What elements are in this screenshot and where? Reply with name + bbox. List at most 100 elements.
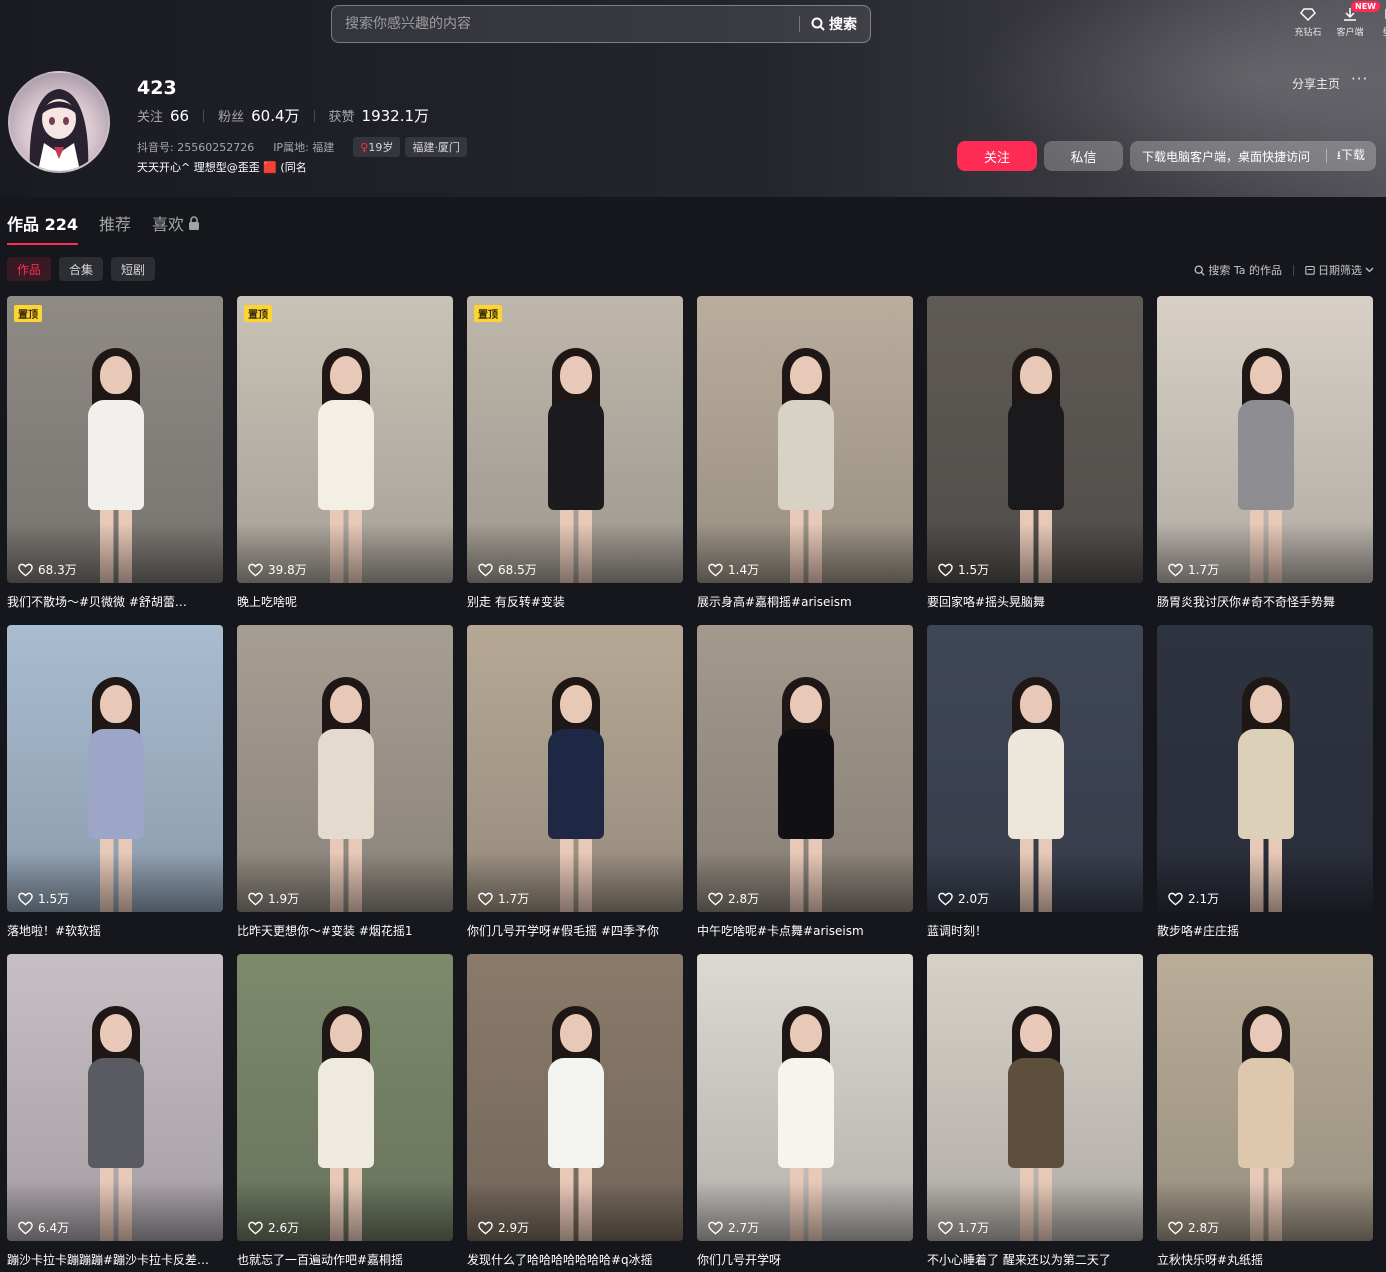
video-thumbnail[interactable]: 1.5万 xyxy=(927,296,1143,583)
video-card[interactable]: 1.7万肠胃炎我讨厌你#奇不奇怪手势舞 xyxy=(1157,296,1373,625)
recharge-diamond-button[interactable]: 充钻石 xyxy=(1291,6,1325,38)
thumbnail-figure xyxy=(310,338,380,583)
video-card[interactable]: 置顶 39.8万晚上吃啥呢 xyxy=(237,296,453,625)
followers-label: 粉丝 xyxy=(218,110,245,125)
video-caption[interactable]: 蹦沙卡拉卡蹦蹦蹦#蹦沙卡拉卡反差… xyxy=(7,1251,223,1268)
video-thumbnail[interactable]: 6.4万 xyxy=(7,954,223,1241)
subtab-collections[interactable]: 合集 xyxy=(59,257,104,281)
following-stat[interactable]: 关注 66 xyxy=(137,106,189,125)
avatar[interactable] xyxy=(8,71,110,173)
pinned-badge: 置顶 xyxy=(14,305,42,322)
video-thumbnail[interactable]: 1.7万 xyxy=(467,625,683,912)
video-card[interactable]: 2.7万你们几号开学呀 xyxy=(697,954,913,1272)
video-card[interactable]: 2.9万发现什么了哈哈哈哈哈哈哈#q冰摇 xyxy=(467,954,683,1272)
video-thumbnail[interactable]: 1.7万 xyxy=(1157,296,1373,583)
video-likes: 2.0万 xyxy=(938,890,989,907)
video-card[interactable]: 1.5万落地啦！#软软摇 xyxy=(7,625,223,954)
video-caption[interactable]: 发现什么了哈哈哈哈哈哈哈#q冰摇 xyxy=(467,1251,683,1268)
heart-icon xyxy=(938,1221,953,1235)
video-likes: 6.4万 xyxy=(18,1219,69,1236)
video-caption[interactable]: 晚上吃啥呢 xyxy=(237,593,453,610)
video-caption[interactable]: 我们不散场～#贝微微 #舒胡蕾… xyxy=(7,593,223,610)
video-thumbnail[interactable]: 2.1万 xyxy=(1157,625,1373,912)
tab-works[interactable]: 作品 224 xyxy=(7,211,78,245)
video-likes: 2.9万 xyxy=(478,1219,529,1236)
video-likes: 1.5万 xyxy=(938,561,989,578)
client-download-button[interactable]: NEW 客户端 xyxy=(1333,1,1380,38)
video-thumbnail[interactable]: 置顶 39.8万 xyxy=(237,296,453,583)
video-thumbnail[interactable]: 2.9万 xyxy=(467,954,683,1241)
video-card[interactable]: 2.1万散步咯#庄庄摇 xyxy=(1157,625,1373,954)
video-thumbnail[interactable]: 1.5万 xyxy=(7,625,223,912)
sub-tabs: 作品 合集 短剧 xyxy=(7,257,156,281)
video-caption[interactable]: 要回家咯#摇头晃脑舞 xyxy=(927,593,1143,610)
video-caption[interactable]: 你们几号开学呀#假毛摇 #四季予你 xyxy=(467,922,683,939)
video-likes: 68.3万 xyxy=(18,561,77,578)
video-caption[interactable]: 比昨天更想你～#变装 #烟花摇1 xyxy=(237,922,453,939)
video-caption[interactable]: 也就忘了一百遍动作吧#嘉桐摇 xyxy=(237,1251,453,1268)
followers-stat[interactable]: 粉丝 60.4万 xyxy=(218,105,299,126)
subtab-works[interactable]: 作品 xyxy=(7,257,52,281)
heart-icon xyxy=(1168,1221,1183,1235)
tab-likes[interactable]: 喜欢 xyxy=(152,211,200,235)
date-filter-button[interactable]: 日期筛选 xyxy=(1305,262,1374,278)
search-icon xyxy=(1194,265,1206,276)
thumbnail-figure xyxy=(310,996,380,1241)
video-card[interactable]: 6.4万蹦沙卡拉卡蹦蹦蹦#蹦沙卡拉卡反差… xyxy=(7,954,223,1272)
thumbnail-figure xyxy=(310,667,380,912)
wallpaper-button[interactable]: 壁纸 xyxy=(1375,6,1386,38)
video-caption[interactable]: 你们几号开学呀 xyxy=(697,1251,913,1268)
video-card[interactable]: 1.7万你们几号开学呀#假毛摇 #四季予你 xyxy=(467,625,683,954)
video-thumbnail[interactable]: 1.7万 xyxy=(927,954,1143,1241)
video-thumbnail[interactable]: 2.8万 xyxy=(1157,954,1373,1241)
video-card[interactable]: 1.4万展示身高#嘉桐摇#ariseism xyxy=(697,296,913,625)
video-caption[interactable]: 不小心睡着了 醒来还以为第二天了 xyxy=(927,1251,1143,1268)
video-card[interactable]: 1.7万不小心睡着了 醒来还以为第二天了 xyxy=(927,954,1143,1272)
video-card[interactable]: 2.0万蓝调时刻！ xyxy=(927,625,1143,954)
more-options-button[interactable]: ··· xyxy=(1351,70,1368,88)
stat-divider xyxy=(313,109,315,122)
download-button[interactable]: ⭳下载 xyxy=(1327,146,1376,167)
video-card[interactable]: 1.9万比昨天更想你～#变装 #烟花摇1 xyxy=(237,625,453,954)
video-caption[interactable]: 别走 有反转#变装 xyxy=(467,593,683,610)
follow-button[interactable]: 关注 xyxy=(957,141,1037,171)
video-caption[interactable]: 蓝调时刻！ xyxy=(927,922,1143,939)
video-likes-count: 1.7万 xyxy=(958,1221,990,1235)
video-thumbnail[interactable]: 1.4万 xyxy=(697,296,913,583)
video-thumbnail[interactable]: 置顶 68.5万 xyxy=(467,296,683,583)
video-card[interactable]: 2.6万也就忘了一百遍动作吧#嘉桐摇 xyxy=(237,954,453,1272)
video-card[interactable]: 1.5万要回家咯#摇头晃脑舞 xyxy=(927,296,1143,625)
search-button[interactable]: 搜索 xyxy=(800,14,870,34)
video-likes-count: 6.4万 xyxy=(38,1221,70,1235)
thumbnail-figure xyxy=(770,996,840,1241)
video-thumbnail[interactable]: 置顶 68.3万 xyxy=(7,296,223,583)
video-likes: 1.7万 xyxy=(478,890,529,907)
video-card[interactable]: 置顶 68.5万别走 有反转#变装 xyxy=(467,296,683,625)
search-bar[interactable]: 搜索 xyxy=(331,5,871,43)
video-thumbnail[interactable]: 1.9万 xyxy=(237,625,453,912)
video-caption[interactable]: 立秋快乐呀#丸纸摇 xyxy=(1157,1251,1373,1268)
tab-recommend[interactable]: 推荐 xyxy=(99,211,131,235)
video-caption[interactable]: 展示身高#嘉桐摇#ariseism xyxy=(697,593,913,610)
search-input[interactable] xyxy=(332,6,799,42)
video-thumbnail[interactable]: 2.8万 xyxy=(697,625,913,912)
video-thumbnail[interactable]: 2.6万 xyxy=(237,954,453,1241)
video-likes-count: 1.5万 xyxy=(38,892,70,906)
search-works-label: 搜索 Ta 的作品 xyxy=(1208,264,1282,277)
subtab-short-drama[interactable]: 短剧 xyxy=(111,257,156,281)
video-likes-count: 2.1万 xyxy=(1188,892,1220,906)
profile-meta: 抖音号: 25560252726 IP属地: 福建 ♀19岁 福建·厦门 xyxy=(137,137,472,157)
video-card[interactable]: 2.8万立秋快乐呀#丸纸摇 xyxy=(1157,954,1373,1272)
share-profile-button[interactable]: 分享主页 xyxy=(1292,75,1340,92)
video-caption[interactable]: 落地啦！#软软摇 xyxy=(7,922,223,939)
video-caption[interactable]: 中午吃啥呢#卡点舞#ariseism xyxy=(697,922,913,939)
video-card[interactable]: 置顶 68.3万我们不散场～#贝微微 #舒胡蕾… xyxy=(7,296,223,625)
message-button[interactable]: 私信 xyxy=(1044,141,1123,171)
video-thumbnail[interactable]: 2.7万 xyxy=(697,954,913,1241)
download-client-banner[interactable]: 下载电脑客户端，桌面快捷访问 ⭳下载 xyxy=(1130,141,1376,171)
video-thumbnail[interactable]: 2.0万 xyxy=(927,625,1143,912)
video-card[interactable]: 2.8万中午吃啥呢#卡点舞#ariseism xyxy=(697,625,913,954)
video-caption[interactable]: 肠胃炎我讨厌你#奇不奇怪手势舞 xyxy=(1157,593,1373,610)
search-works-button[interactable]: 搜索 Ta 的作品 xyxy=(1194,262,1282,278)
video-caption[interactable]: 散步咯#庄庄摇 xyxy=(1157,922,1373,939)
